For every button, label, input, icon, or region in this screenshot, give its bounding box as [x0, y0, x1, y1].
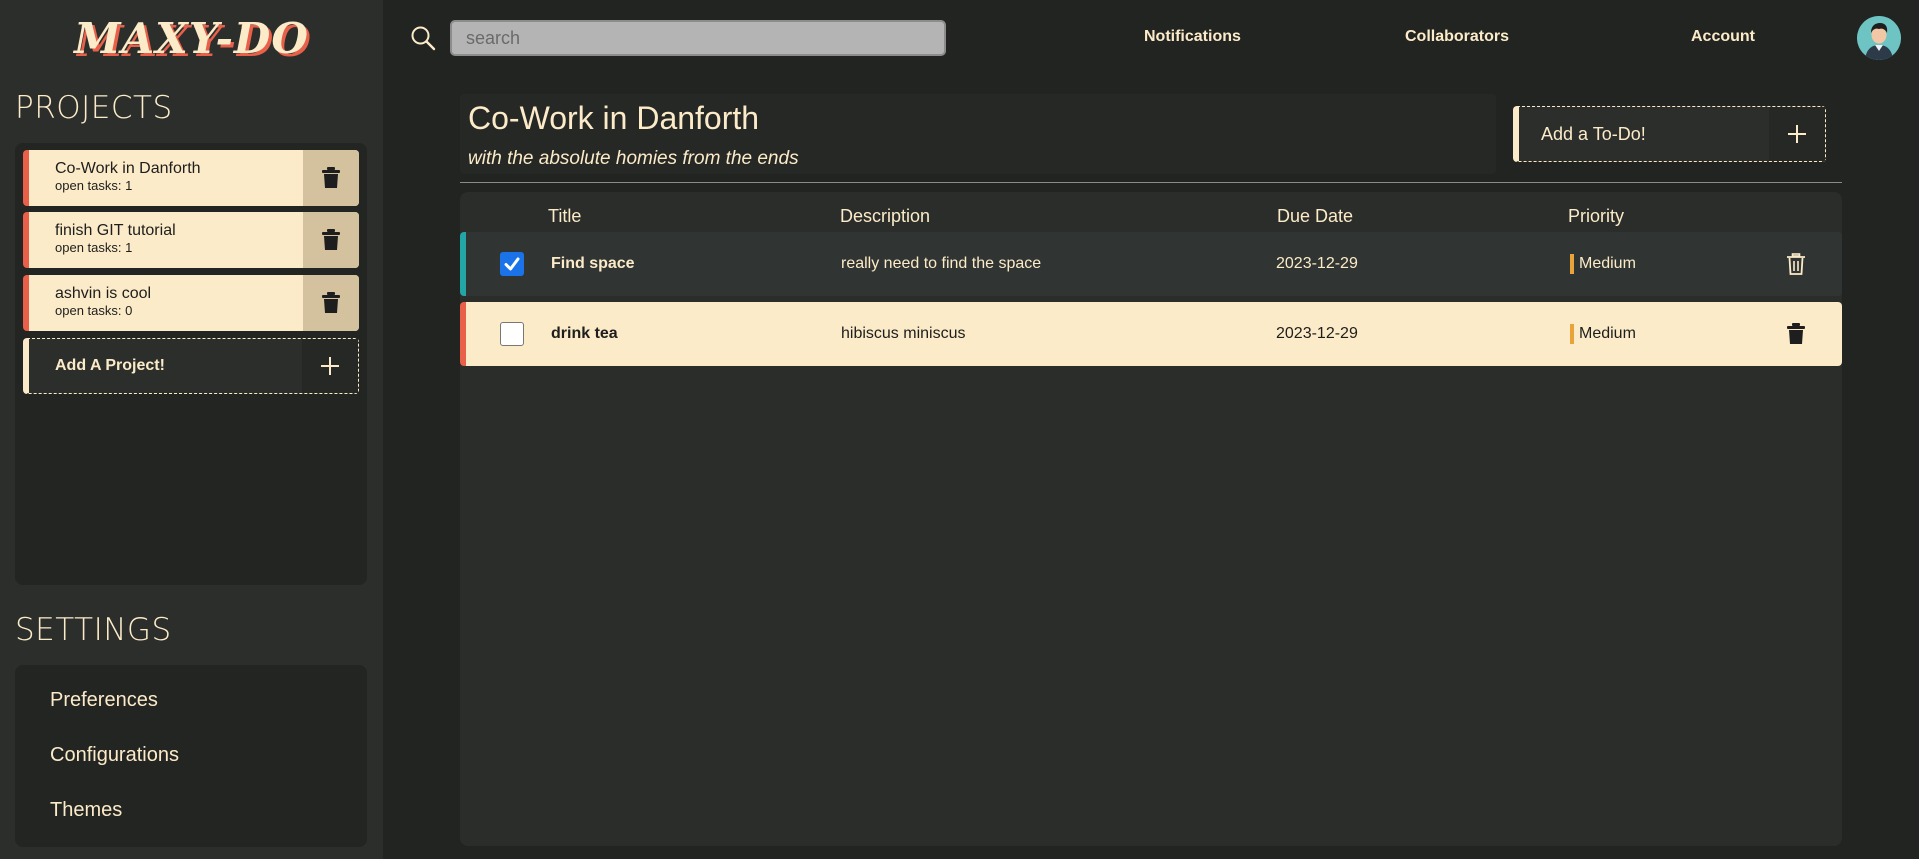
task-title: drink tea — [551, 325, 618, 342]
delete-task-button[interactable] — [1786, 253, 1806, 280]
project-name: ashvin is cool — [55, 285, 152, 302]
project-info: finish GIT tutorial open tasks: 1 — [29, 212, 303, 268]
delete-project-button[interactable] — [303, 150, 359, 206]
task-due-date: 2023-12-29 — [1276, 325, 1358, 342]
project-name: Co-Work in Danforth — [55, 160, 201, 177]
task-description: really need to find the space — [841, 255, 1042, 272]
avatar-image — [1857, 16, 1901, 60]
projects-title: PROJECTS — [15, 90, 173, 126]
plus-icon — [1788, 125, 1806, 143]
task-description: hibiscus miniscus — [841, 325, 966, 342]
plus-icon — [321, 357, 339, 375]
column-header-due-date: Due Date — [1277, 206, 1354, 226]
checkmark-icon — [504, 257, 520, 271]
search-input[interactable] — [450, 20, 946, 56]
task-checkbox[interactable] — [500, 252, 524, 276]
header-divider — [460, 182, 1842, 183]
sidebar: MAXY-DO PROJECTS Co-Work in Danforth ope… — [0, 0, 383, 859]
task-title: Find space — [551, 255, 635, 272]
add-project-plus[interactable] — [302, 339, 358, 393]
settings-title: SETTINGS — [15, 612, 172, 648]
trash-icon — [322, 292, 340, 313]
project-header: Co-Work in Danforth with the absolute ho… — [460, 94, 1496, 174]
project-info: ashvin is cool open tasks: 0 — [29, 275, 303, 331]
project-subtitle: with the absolute homies from the ends — [468, 148, 799, 169]
project-card[interactable]: ashvin is cool open tasks: 0 — [23, 275, 359, 331]
nav-notifications[interactable]: Notifications — [1144, 28, 1241, 46]
add-todo-plus[interactable] — [1769, 107, 1825, 161]
projects-panel: Co-Work in Danforth open tasks: 1 finish… — [15, 143, 367, 585]
delete-project-button[interactable] — [303, 212, 359, 268]
project-name: finish GIT tutorial — [55, 222, 176, 239]
settings-item-preferences[interactable]: Preferences — [50, 689, 158, 712]
column-header-description: Description — [840, 206, 931, 226]
trash-icon — [1787, 253, 1805, 275]
trash-icon — [322, 167, 340, 188]
add-todo-button[interactable]: Add a To-Do! — [1513, 106, 1826, 162]
add-todo-label: Add a To-Do! — [1541, 124, 1646, 144]
project-card[interactable]: Co-Work in Danforth open tasks: 1 — [23, 150, 359, 206]
task-due-date: 2023-12-29 — [1276, 255, 1358, 272]
table-row[interactable]: drink tea hibiscus miniscus 2023-12-29 M… — [460, 302, 1842, 366]
avatar[interactable] — [1857, 16, 1901, 60]
task-priority: Medium — [1579, 255, 1636, 272]
project-open-tasks: open tasks: 0 — [55, 303, 133, 318]
delete-project-button[interactable] — [303, 275, 359, 331]
settings-item-configurations[interactable]: Configurations — [50, 744, 179, 767]
add-project-button[interactable]: Add A Project! — [23, 338, 359, 394]
table-row[interactable]: Find space really need to find the space… — [460, 232, 1842, 296]
project-card[interactable]: finish GIT tutorial open tasks: 1 — [23, 212, 359, 268]
project-open-tasks: open tasks: 1 — [55, 240, 133, 255]
trash-icon — [322, 229, 340, 250]
task-priority: Medium — [1579, 325, 1636, 342]
column-header-title: Title — [548, 206, 582, 226]
app-logo[interactable]: MAXY-DO — [0, 14, 383, 63]
priority-indicator — [1570, 254, 1574, 274]
project-info: Co-Work in Danforth open tasks: 1 — [29, 150, 303, 206]
nav-account[interactable]: Account — [1691, 28, 1755, 46]
task-checkbox[interactable] — [500, 322, 524, 346]
search-icon[interactable] — [410, 25, 436, 51]
project-title: Co-Work in Danforth — [468, 100, 760, 136]
project-open-tasks: open tasks: 1 — [55, 178, 133, 193]
trash-icon — [1787, 323, 1805, 344]
priority-indicator — [1570, 324, 1574, 344]
column-header-priority: Priority — [1568, 206, 1625, 226]
settings-item-themes[interactable]: Themes — [50, 799, 122, 822]
settings-panel: Preferences Configurations Themes — [15, 665, 367, 847]
nav-collaborators[interactable]: Collaborators — [1405, 28, 1509, 46]
add-project-label: Add A Project! — [55, 357, 165, 374]
delete-task-button[interactable] — [1786, 323, 1806, 350]
